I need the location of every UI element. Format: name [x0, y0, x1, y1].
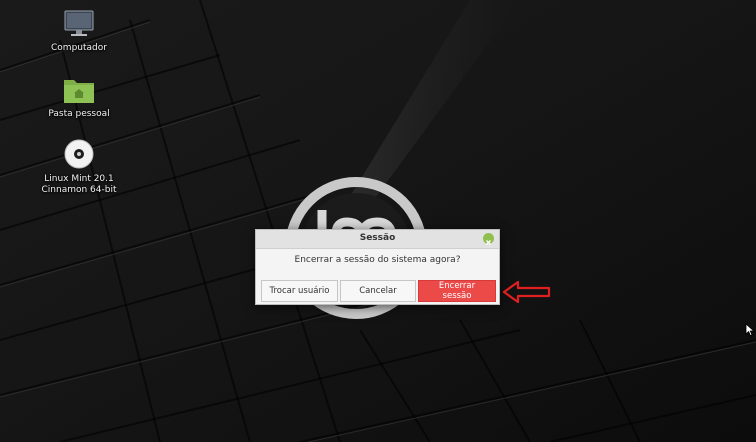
desktop-background: [0, 0, 756, 442]
desktop-icon-label: Linux Mint 20.1 Cinnamon 64-bit: [34, 174, 124, 196]
desktop-icon-label: Computador: [51, 43, 107, 53]
desktop-icon-label: Pasta pessoal: [48, 109, 110, 119]
desktop-icon-label-line2: Cinnamon 64-bit: [41, 185, 117, 195]
dialog-title: Sessão: [359, 233, 396, 243]
mint-wallpaper: [0, 0, 756, 442]
desktop-icon-computer[interactable]: Computador: [34, 4, 124, 54]
session-dialog: Sessão Encerrar a sessão do sistema agor…: [255, 229, 500, 305]
desktop-icon-install-disc[interactable]: Linux Mint 20.1 Cinnamon 64-bit: [34, 135, 124, 196]
logout-button[interactable]: Encerrar sessão: [418, 280, 496, 302]
desktop-icon-label-line1: Linux Mint 20.1: [44, 174, 114, 184]
home-folder-icon: [64, 80, 94, 103]
mouse-pointer-icon: [745, 323, 755, 337]
cancel-button[interactable]: Cancelar: [340, 280, 416, 302]
computer-icon: [64, 10, 94, 36]
switch-user-button[interactable]: Trocar usuário: [261, 280, 338, 302]
close-icon: [486, 240, 491, 245]
annotation-arrow-icon: [502, 280, 551, 304]
dialog-message: Encerrar a sessão do sistema agora?: [294, 255, 461, 265]
desktop-icon-home-folder[interactable]: Pasta pessoal: [34, 70, 124, 120]
dialog-titlebar[interactable]: Sessão: [256, 230, 499, 249]
optical-disc-icon: [64, 139, 94, 169]
close-button[interactable]: [483, 233, 494, 245]
